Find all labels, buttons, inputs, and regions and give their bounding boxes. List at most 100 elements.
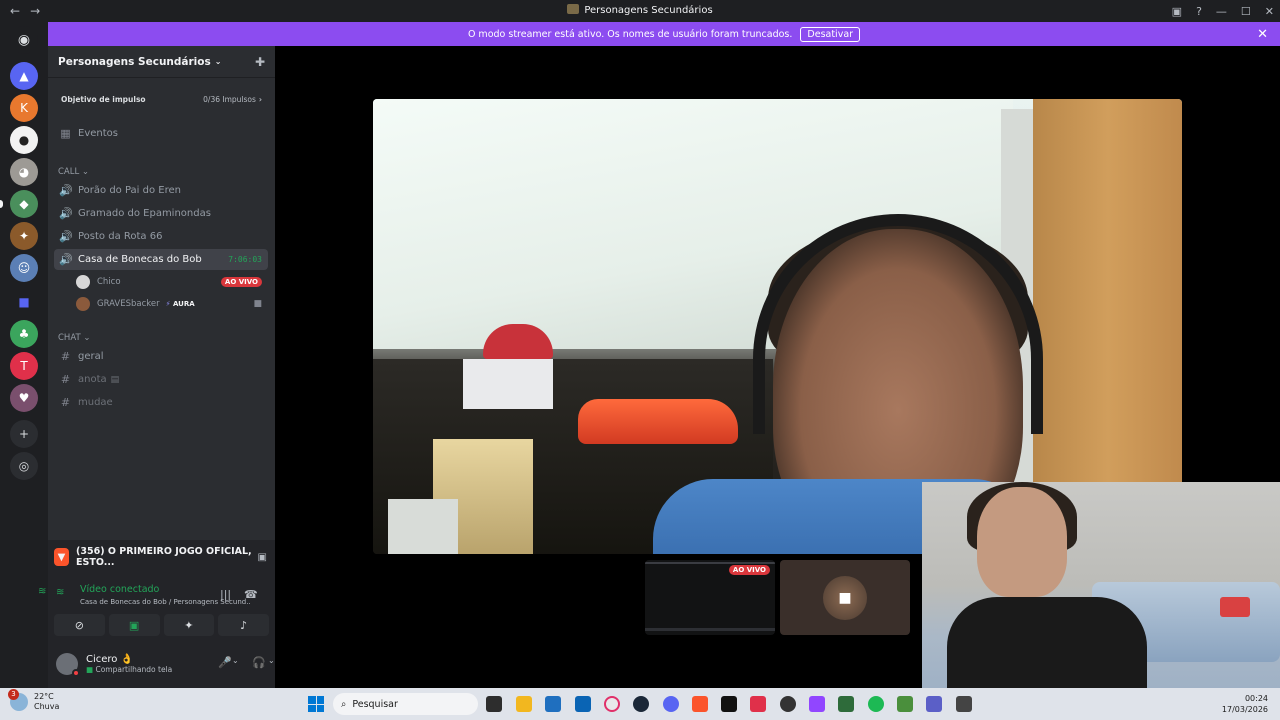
steam-icon[interactable] <box>633 696 649 712</box>
participant-tile[interactable]: ■ <box>780 560 910 635</box>
file-explorer-icon[interactable] <box>516 696 532 712</box>
microphone-icon[interactable]: 🎤 <box>218 656 232 669</box>
soundboard-button[interactable]: ♪ <box>218 614 269 636</box>
text-channel[interactable]: # mudae <box>54 392 268 413</box>
voice-member[interactable]: GRAVESbacker ⚡ AURA ■ <box>76 294 268 314</box>
task-view-icon[interactable] <box>486 696 502 712</box>
add-server-icon[interactable]: + <box>10 420 38 448</box>
hashtag-icon: # <box>60 350 71 363</box>
live-badge: AO VIVO <box>728 565 770 575</box>
teams-icon[interactable] <box>926 696 942 712</box>
brave-icon[interactable] <box>692 696 708 712</box>
boost-label: Objetivo de impulso <box>61 94 146 104</box>
minecraft-icon[interactable] <box>897 696 913 712</box>
camera-off-icon: ■ <box>838 589 852 606</box>
server-icon[interactable]: K <box>10 94 38 122</box>
boost-goal[interactable]: Objetivo de impulso 0/36 Impulsos › <box>54 86 269 112</box>
stream-thumbnail[interactable]: AO VIVO <box>645 560 775 635</box>
close-window-icon[interactable]: ✕ <box>1265 5 1274 18</box>
events-item[interactable]: ▦ Eventos <box>54 123 268 144</box>
activity-text: (356) O PRIMEIRO JOGO OFICIAL, ESTO... <box>76 546 252 568</box>
noise-suppression-icon[interactable]: ||| <box>220 588 231 601</box>
system-clock[interactable]: 00:24 17/03/2026 <box>1222 693 1268 715</box>
category-chat[interactable]: CHAT ⌄ <box>58 333 91 343</box>
server-icon[interactable]: T <box>10 352 38 380</box>
server-icon[interactable]: ♥ <box>10 384 38 412</box>
inbox-icon[interactable]: ▣ <box>1172 5 1182 18</box>
chevron-down-icon[interactable]: ⌄ <box>268 656 275 665</box>
lightning-icon: ⚡ <box>165 300 171 308</box>
aura-tag: ⚡ AURA <box>165 300 195 308</box>
app-icon[interactable] <box>780 696 796 712</box>
voice-member[interactable]: Chico AO VIVO <box>76 272 268 292</box>
folder-icon[interactable]: ■ <box>10 288 38 316</box>
server-icon[interactable]: ♣ <box>10 320 38 348</box>
minimize-icon[interactable]: — <box>1216 5 1227 18</box>
screen-share-button[interactable]: ▣ <box>108 614 160 636</box>
voice-channel[interactable]: 🔊 Gramado do Epaminondas <box>54 203 268 224</box>
voice-channel[interactable]: 🔊 Posto da Rota 66 <box>54 226 268 247</box>
avatar <box>76 275 90 289</box>
camera-icon: ■ <box>253 299 262 309</box>
invite-icon[interactable]: ✚ <box>255 55 265 69</box>
server-icon[interactable]: ☺ <box>10 254 38 282</box>
twitch-icon[interactable] <box>809 696 825 712</box>
back-arrow-icon[interactable]: ← <box>10 4 20 18</box>
avatar <box>76 297 90 311</box>
weather-widget[interactable]: 3 22°C Chuva <box>8 689 60 712</box>
voice-channel[interactable]: 🔊 Porão do Pai do Eren <box>54 180 268 201</box>
guild-header[interactable]: Personagens Secundários ⌄ ✚ <box>48 46 275 78</box>
user-status: ■ Compartilhando tela <box>86 665 173 674</box>
banner-text: O modo streamer está ativo. Os nomes de … <box>467 28 793 40</box>
title-bar: ← → Personagens Secundários ▣ ? — ☐ ✕ <box>0 0 1280 22</box>
streamer-mode-banner: O modo streamer está ativo. Os nomes de … <box>48 22 1280 46</box>
server-icon[interactable]: ● <box>10 126 38 154</box>
speaker-icon: 🔊 <box>59 184 73 197</box>
weather-icon: 3 <box>8 689 28 711</box>
server-icon[interactable]: ◆ <box>10 190 38 218</box>
maximize-icon[interactable]: ☐ <box>1241 5 1251 18</box>
server-icon[interactable]: ✦ <box>10 222 38 250</box>
voice-channel-active[interactable]: 🔊 Casa de Bonecas do Bob 7:06:03 <box>54 249 268 270</box>
activities-button[interactable]: ✦ <box>163 614 215 636</box>
spotify-icon[interactable] <box>868 696 884 712</box>
discord-icon[interactable] <box>663 696 679 712</box>
taskbar-search[interactable]: ⌕ Pesquisar <box>333 693 478 715</box>
server-icon <box>567 4 580 14</box>
signal-icon: ≋ <box>56 587 65 598</box>
calendar-icon: ▦ <box>60 127 71 140</box>
close-banner-icon[interactable]: ✕ <box>1257 27 1268 42</box>
app-icon[interactable] <box>956 696 972 712</box>
call-actions: ⊘ ▣ ✦ ♪ <box>54 614 269 636</box>
disable-streamer-button[interactable]: Desativar <box>800 26 861 42</box>
chevron-down-icon[interactable]: ⌄ <box>232 656 239 665</box>
help-icon[interactable]: ? <box>1196 5 1202 18</box>
opera-icon[interactable] <box>604 696 620 712</box>
tiktok-icon[interactable] <box>721 696 737 712</box>
window-title: Personagens Secundários <box>0 0 1280 22</box>
store-icon[interactable] <box>545 696 561 712</box>
category-call[interactable]: CALL ⌄ <box>58 167 89 177</box>
voice-status[interactable]: Vídeo conectado <box>80 584 260 595</box>
forward-arrow-icon[interactable]: → <box>30 4 40 18</box>
text-channel[interactable]: # geral <box>54 346 268 367</box>
disconnect-icon[interactable]: ☎ <box>244 588 258 601</box>
current-user[interactable]: Cicero 👌 ■ Compartilhando tela 🎤 ⌄ 🎧 ⌄ ⚙ <box>56 648 294 680</box>
camera-off-button[interactable]: ⊘ <box>54 614 105 636</box>
screen-share-icon[interactable]: ▣ <box>258 552 267 563</box>
headphones-icon[interactable]: 🎧 <box>252 656 266 669</box>
activity-row[interactable]: ▼ (356) O PRIMEIRO JOGO OFICIAL, ESTO...… <box>54 546 267 568</box>
outlook-icon[interactable] <box>575 696 591 712</box>
server-icon[interactable]: ▲ <box>10 62 38 90</box>
live-badge: AO VIVO <box>220 277 262 287</box>
discord-home-icon[interactable]: ◉ <box>10 26 38 54</box>
app-icon[interactable] <box>750 696 766 712</box>
chevron-down-icon: ⌄ <box>214 57 222 66</box>
text-channel[interactable]: # anota ▤ <box>54 369 268 390</box>
explore-icon[interactable]: ◎ <box>10 452 38 480</box>
server-icon[interactable]: ◕ <box>10 158 38 186</box>
start-button[interactable] <box>308 696 324 712</box>
weather-condition: Chuva <box>34 702 60 711</box>
call-timer: 7:06:03 <box>228 255 262 264</box>
app-icon[interactable] <box>838 696 854 712</box>
